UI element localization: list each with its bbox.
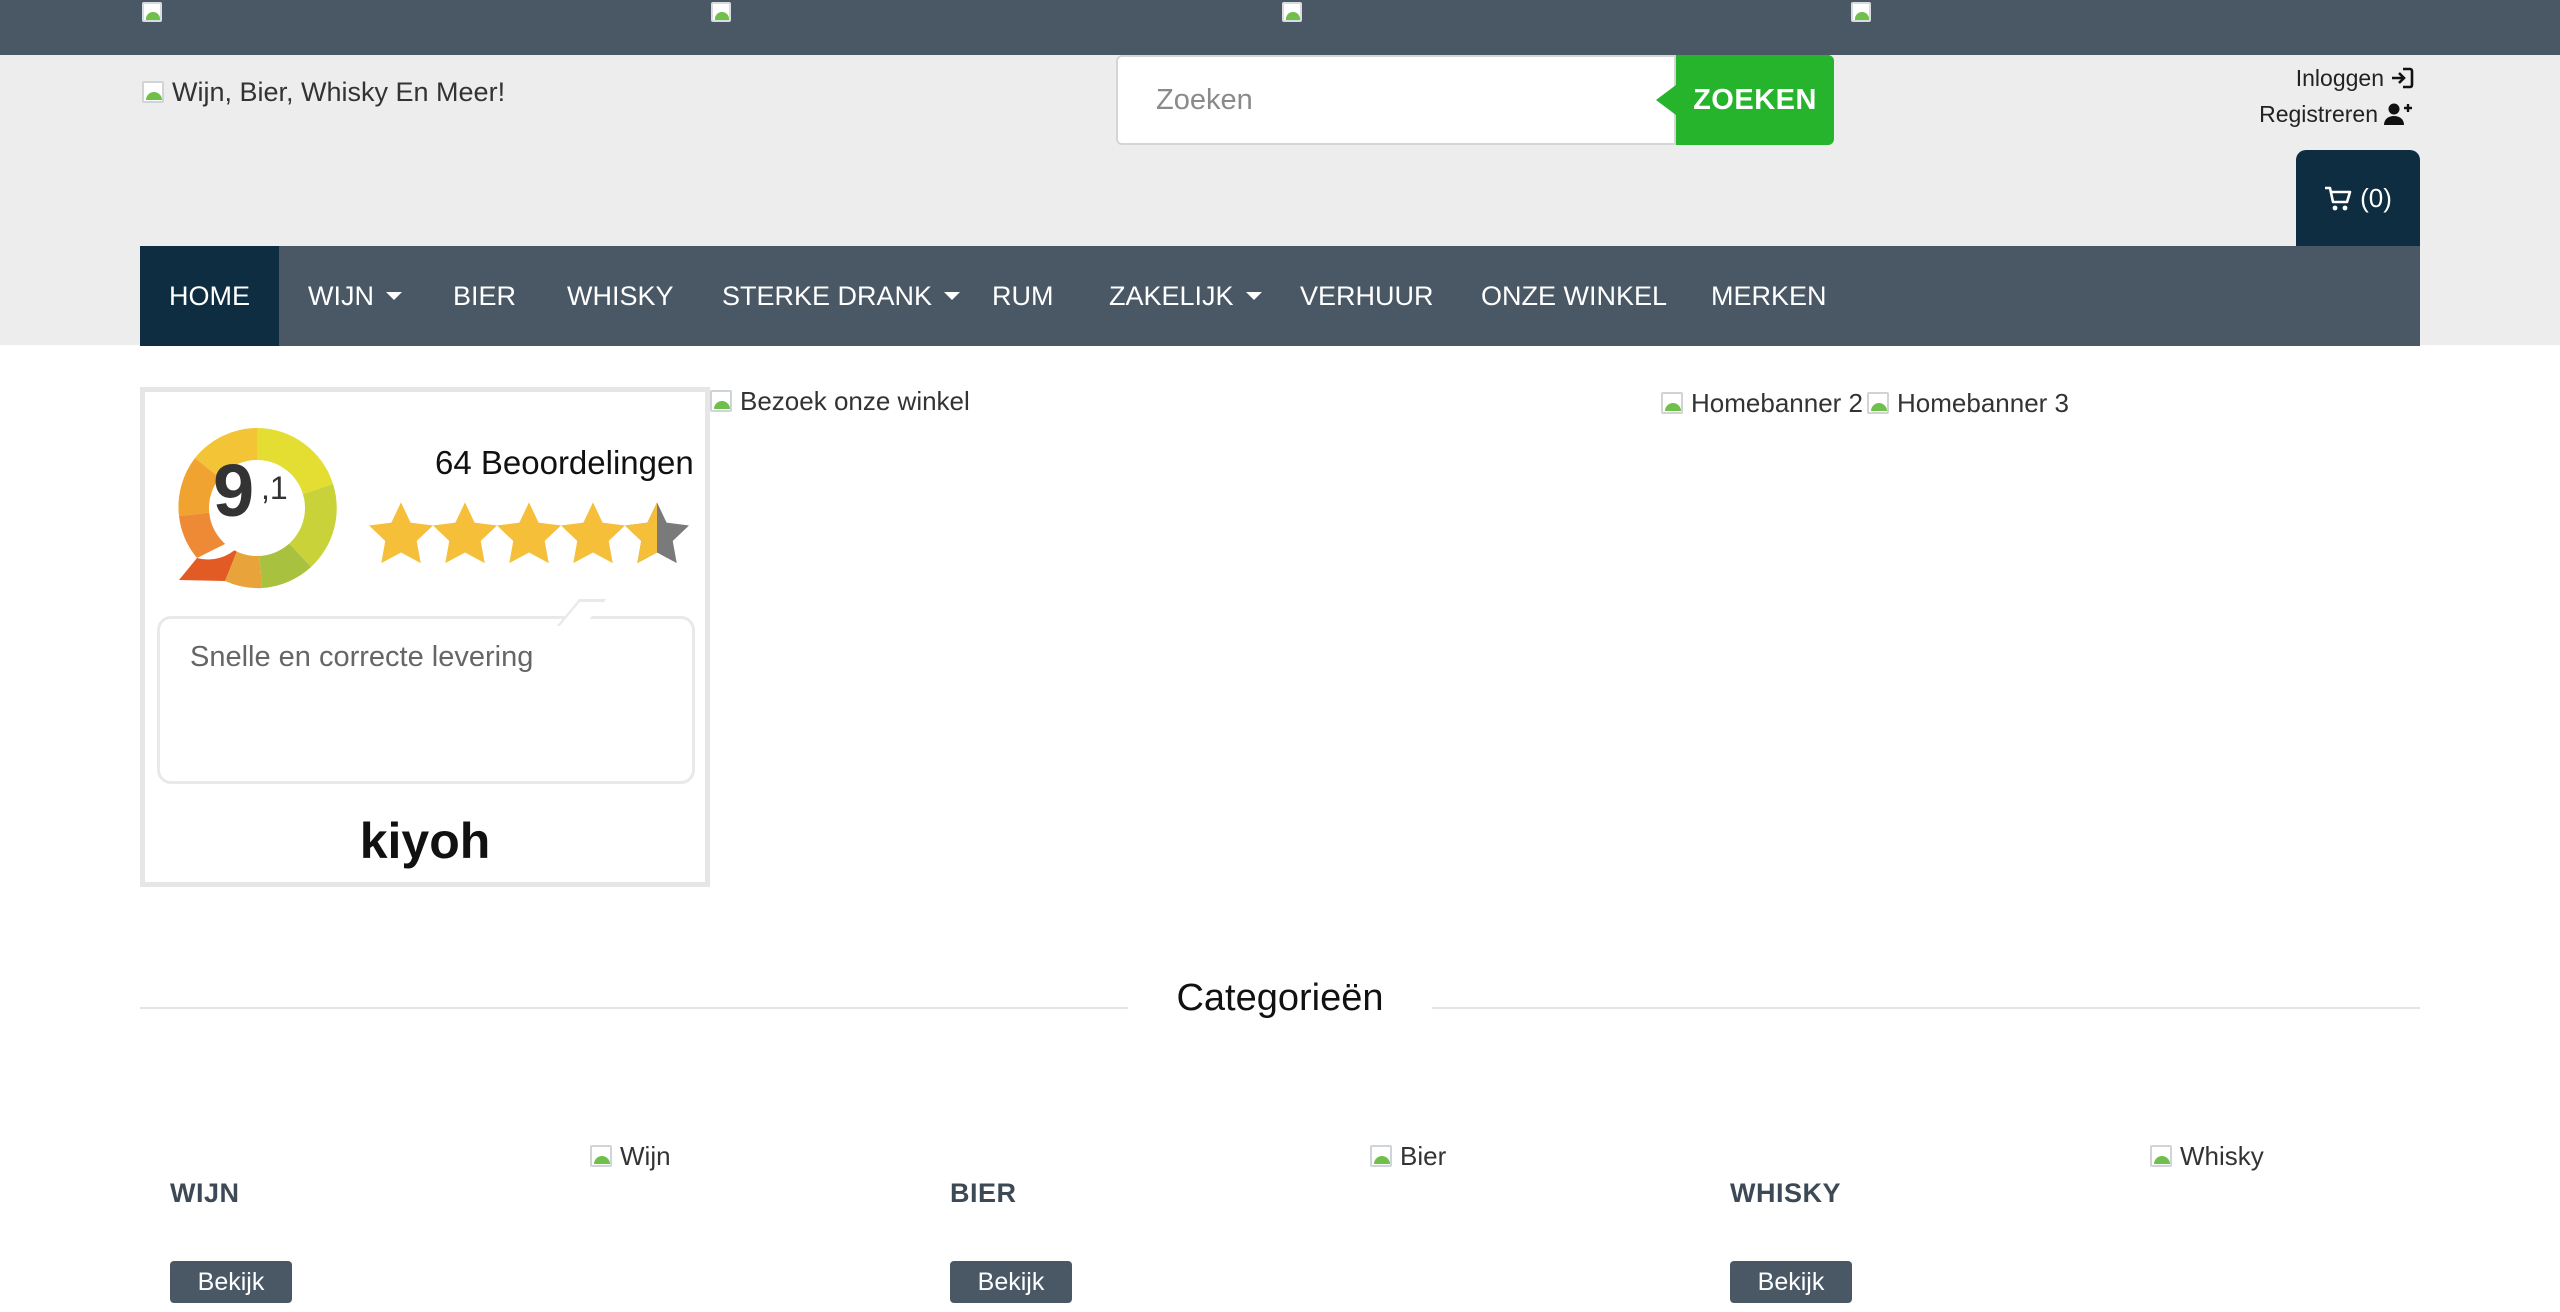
category-label-whisky[interactable]: WHISKY [1730,1178,1841,1209]
star-icon [497,502,561,564]
add-user-icon [2384,103,2412,125]
top-banner-strip [0,0,2560,55]
category-image-whisky[interactable]: Whisky [2148,1141,2264,1172]
register-label: Registreren [2259,101,2378,127]
review-quote-bubble: Snelle en correcte levering [157,616,695,784]
cart-icon [2325,186,2352,210]
broken-image-icon [709,0,739,30]
search-input[interactable]: Zoeken [1116,55,1676,145]
broken-image-icon [1368,1142,1398,1172]
cart-button[interactable]: (0) [2296,150,2420,247]
star-icon [369,502,433,564]
nav-item-verhuur[interactable]: VERHUUR [1271,246,1452,346]
nav-item-sterke-drank[interactable]: STERKE DRANK [693,246,963,346]
star-icon [561,502,625,564]
broken-image-icon [588,1142,618,1172]
visit-store-banner[interactable]: Bezoek onze winkel [708,386,970,417]
category-view-button-bier[interactable]: Bekijk [950,1261,1072,1303]
nav-item-whisky[interactable]: WHISKY [538,246,693,346]
half-star-icon [625,502,689,564]
site-logo[interactable]: Wijn, Bier, Whisky En Meer! [140,77,505,108]
category-view-button-wijn[interactable]: Bekijk [170,1261,292,1303]
caret-down-icon [1245,292,1262,300]
broken-image-icon [708,387,738,417]
login-label: Inloggen [2295,65,2384,91]
reviews-count: 64 Beoordelingen [435,444,694,481]
review-widget[interactable]: 9 ,1 64 Beoordelingen Snelle en correcte… [140,387,710,887]
login-link[interactable]: Inloggen [2259,60,2414,96]
broken-image-icon [1659,389,1689,419]
homebanner-2[interactable]: Homebanner 2 [1659,388,1863,419]
search-button[interactable]: ZOEKEN [1656,55,1834,145]
category-label-wijn[interactable]: WIJN [170,1178,240,1209]
score-decimal: ,1 [261,470,288,506]
star-icon [433,502,497,564]
category-label-bier[interactable]: BIER [950,1178,1017,1209]
rating-stars [369,502,689,564]
broken-image-icon [140,0,170,30]
homebanner-3-alt: Homebanner 3 [1897,388,2069,418]
nav-item-wijn[interactable]: WIJN [279,246,424,346]
nav-item-zakelijk[interactable]: ZAKELIJK [1080,246,1271,346]
nav-item-onze-winkel[interactable]: ONZE WINKEL [1452,246,1682,346]
category-image-alt: Whisky [2180,1141,2264,1171]
register-link[interactable]: Registreren [2259,96,2414,132]
category-view-button-whisky[interactable]: Bekijk [1730,1261,1852,1303]
caret-down-icon [944,292,961,300]
nav-item-merken[interactable]: MERKEN [1682,246,1842,346]
broken-image-icon [140,78,170,108]
cart-count: (0) [2360,183,2392,213]
visit-store-alt: Bezoek onze winkel [740,386,970,416]
nav-item-home[interactable]: HOME [140,246,279,346]
homebanner-3[interactable]: Homebanner 3 [1865,388,2069,419]
kiyoh-logo: kiyoh [359,813,491,869]
broken-image-icon [1865,389,1895,419]
logo-alt-text: Wijn, Bier, Whisky En Meer! [172,77,506,107]
broken-image-icon [1849,0,1879,30]
score-main: 9 [213,449,255,532]
category-image-bier[interactable]: Bier [1368,1141,1446,1172]
login-icon [2392,67,2414,89]
category-image-alt: Wijn [620,1141,671,1171]
review-quote: Snelle en correcte levering [190,641,534,673]
main-nav: HOME WIJN BIER WHISKY STERKE DRANK RUM Z… [140,246,2420,346]
account-links: Inloggen Registreren [2259,60,2414,132]
caret-down-icon [385,292,402,300]
homebanner-2-alt: Homebanner 2 [1691,388,1863,418]
categories-title: Categorieën [1176,977,1384,1019]
nav-item-bier[interactable]: BIER [424,246,538,346]
rating-donut [178,428,337,589]
broken-image-icon [1280,0,1310,30]
broken-image-icon [2148,1142,2178,1172]
category-image-alt: Bier [1400,1141,1447,1171]
category-image-wijn[interactable]: Wijn [588,1141,671,1172]
nav-item-rum[interactable]: RUM [963,246,1080,346]
